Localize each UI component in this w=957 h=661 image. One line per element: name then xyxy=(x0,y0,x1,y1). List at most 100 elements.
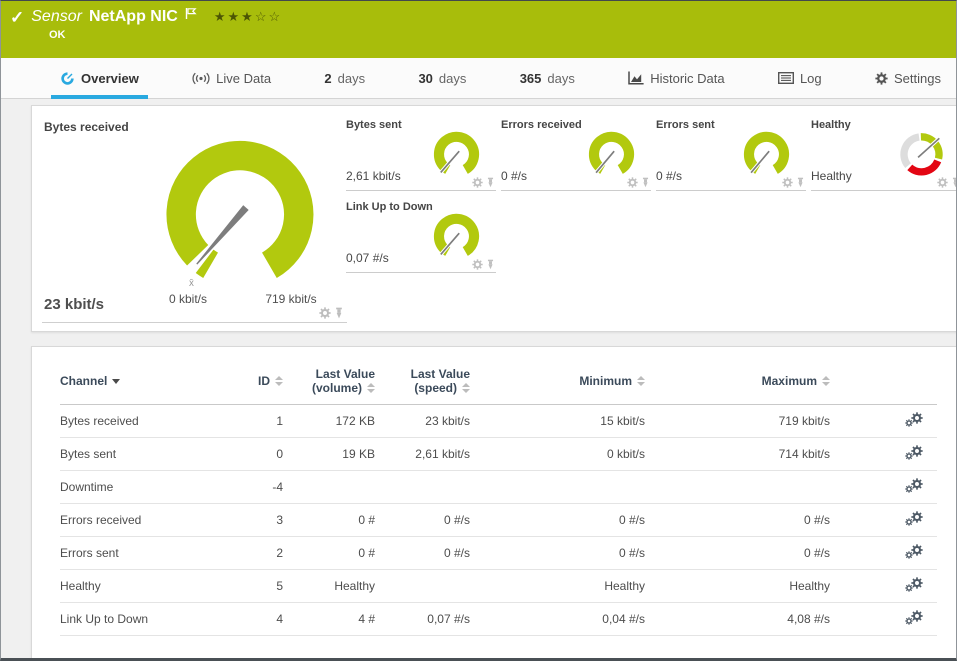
tab-number: 30 xyxy=(418,71,432,86)
column-header-actions xyxy=(832,361,937,405)
tab-2-days[interactable]: 2 days xyxy=(315,58,374,98)
tab-30-days[interactable]: 30 days xyxy=(409,58,475,98)
gauge-value: 23 kbit/s xyxy=(44,296,104,313)
column-header-id[interactable]: ID xyxy=(225,361,285,405)
object-kind-label: Sensor xyxy=(31,8,82,26)
cell-last-value-speed: 0 #/s xyxy=(377,537,472,570)
cell-id: 4 xyxy=(225,603,285,636)
column-header-minimum[interactable]: Minimum xyxy=(472,361,647,405)
cell-maximum xyxy=(647,471,832,504)
channel-settings-icon[interactable] xyxy=(905,544,923,559)
tab-historic-data[interactable]: Historic Data xyxy=(619,58,733,98)
tab-live-data[interactable]: Live Data xyxy=(183,58,280,98)
gauge-settings-icon[interactable] xyxy=(627,177,638,188)
table-row: Errors received 3 0 # 0 #/s 0 #/s 0 #/s xyxy=(60,504,937,537)
small-gauges-grid: Bytes sent 2,61 kbit/s Errors received xyxy=(346,114,957,273)
gauge-settings-icon[interactable] xyxy=(472,259,483,270)
tab-label: Live Data xyxy=(216,71,271,86)
tab-number: 365 xyxy=(520,71,542,86)
gauges-panel: Bytes received x̄ 0 kbit/s 719 kbit/s 23… xyxy=(31,105,957,332)
gauge-value: 0 #/s xyxy=(656,169,682,183)
gauge-settings-icon[interactable] xyxy=(472,177,483,188)
column-header-last-value-speed[interactable]: Last Value (speed) xyxy=(377,361,472,405)
tab-365-days[interactable]: 365 days xyxy=(511,58,584,98)
table-row: Healthy 5 Healthy Healthy Healthy xyxy=(60,570,937,603)
cell-minimum: 0 kbit/s xyxy=(472,438,647,471)
star-icon-empty[interactable]: ☆ xyxy=(268,9,282,24)
cell-maximum: 0 #/s xyxy=(647,537,832,570)
gauge-value: Healthy xyxy=(811,169,852,183)
channel-settings-icon[interactable] xyxy=(905,412,923,427)
channel-settings-icon[interactable] xyxy=(905,577,923,592)
table-row: Downtime -4 xyxy=(60,471,937,504)
pin-icon[interactable] xyxy=(486,177,495,188)
cell-last-value-volume: 19 KB xyxy=(285,438,377,471)
tab-unit: days xyxy=(338,71,365,86)
gauge-max-label: 719 kbit/s xyxy=(265,292,316,306)
gauge-title: Bytes received xyxy=(44,120,129,134)
table-row: Bytes received 1 172 KB 23 kbit/s 15 kbi… xyxy=(60,405,937,438)
tab-overview[interactable]: Overview xyxy=(51,58,148,98)
cell-last-value-volume: 172 KB xyxy=(285,405,377,438)
gauge-settings-icon[interactable] xyxy=(319,307,331,319)
pin-icon[interactable] xyxy=(486,259,495,270)
pin-icon[interactable] xyxy=(334,307,344,319)
gauge-errors-sent: Errors sent 0 #/s xyxy=(656,114,806,191)
cell-last-value-speed: 0 #/s xyxy=(377,504,472,537)
cell-last-value-volume: 4 # xyxy=(285,603,377,636)
gauge-bytes-received: Bytes received x̄ 0 kbit/s 719 kbit/s 23… xyxy=(42,114,347,323)
pin-icon[interactable] xyxy=(951,177,957,188)
tab-settings[interactable]: Settings xyxy=(866,58,950,98)
rating-stars[interactable]: ★★★☆☆ xyxy=(214,9,282,25)
cell-last-value-speed xyxy=(377,471,472,504)
cell-maximum: 714 kbit/s xyxy=(647,438,832,471)
cell-last-value-volume xyxy=(285,471,377,504)
cell-minimum: 0,04 #/s xyxy=(472,603,647,636)
status-badge: OK xyxy=(49,29,956,41)
cell-id: 1 xyxy=(225,405,285,438)
sensor-banner: ✓ Sensor NetApp NIC ★★★☆☆ OK xyxy=(1,1,956,58)
table-row: Link Up to Down 4 4 # 0,07 #/s 0,04 #/s … xyxy=(60,603,937,636)
sort-icon xyxy=(462,383,470,393)
gauge-settings-icon[interactable] xyxy=(937,177,948,188)
column-header-maximum[interactable]: Maximum xyxy=(647,361,832,405)
gauge-dial xyxy=(427,123,486,182)
channel-settings-icon[interactable] xyxy=(905,511,923,526)
cell-id: 5 xyxy=(225,570,285,603)
cell-maximum: 4,08 #/s xyxy=(647,603,832,636)
cell-last-value-speed: 23 kbit/s xyxy=(377,405,472,438)
star-icon-filled[interactable]: ★ xyxy=(214,9,228,24)
channels-panel: Channel ID Last Value (volume) Last Valu… xyxy=(31,346,957,661)
gauge-icon xyxy=(60,71,75,86)
cell-channel: Bytes sent xyxy=(60,438,225,471)
tab-log[interactable]: Log xyxy=(769,58,831,98)
pin-icon[interactable] xyxy=(796,177,805,188)
column-header-last-value-volume[interactable]: Last Value (volume) xyxy=(285,361,377,405)
gauge-dial xyxy=(737,123,796,182)
pin-icon[interactable] xyxy=(641,177,650,188)
channel-settings-icon[interactable] xyxy=(905,610,923,625)
gauge-settings-icon[interactable] xyxy=(782,177,793,188)
star-icon-filled[interactable]: ★ xyxy=(241,9,255,24)
star-icon-empty[interactable]: ☆ xyxy=(255,9,269,24)
cell-channel: Errors sent xyxy=(60,537,225,570)
cell-last-value-volume: 0 # xyxy=(285,504,377,537)
star-icon-filled[interactable]: ★ xyxy=(228,9,242,24)
tab-bar: Overview Live Data 2 days 30 days 365 da… xyxy=(1,58,956,99)
gauge-value: 0 #/s xyxy=(501,169,527,183)
channel-settings-icon[interactable] xyxy=(905,478,923,493)
tab-label: Settings xyxy=(894,71,941,86)
cell-id: -4 xyxy=(225,471,285,504)
flag-icon[interactable] xyxy=(185,7,197,20)
tab-label: Historic Data xyxy=(650,71,724,86)
cell-last-value-speed: 2,61 kbit/s xyxy=(377,438,472,471)
table-row: Errors sent 2 0 # 0 #/s 0 #/s 0 #/s xyxy=(60,537,937,570)
column-header-channel[interactable]: Channel xyxy=(60,361,225,405)
gauge-healthy: Healthy Healthy xyxy=(811,114,957,191)
tab-number: 2 xyxy=(324,71,331,86)
gauge-needle xyxy=(193,204,250,267)
tab-unit: days xyxy=(439,71,466,86)
cell-last-value-speed xyxy=(377,570,472,603)
channel-settings-icon[interactable] xyxy=(905,445,923,460)
cell-channel: Healthy xyxy=(60,570,225,603)
